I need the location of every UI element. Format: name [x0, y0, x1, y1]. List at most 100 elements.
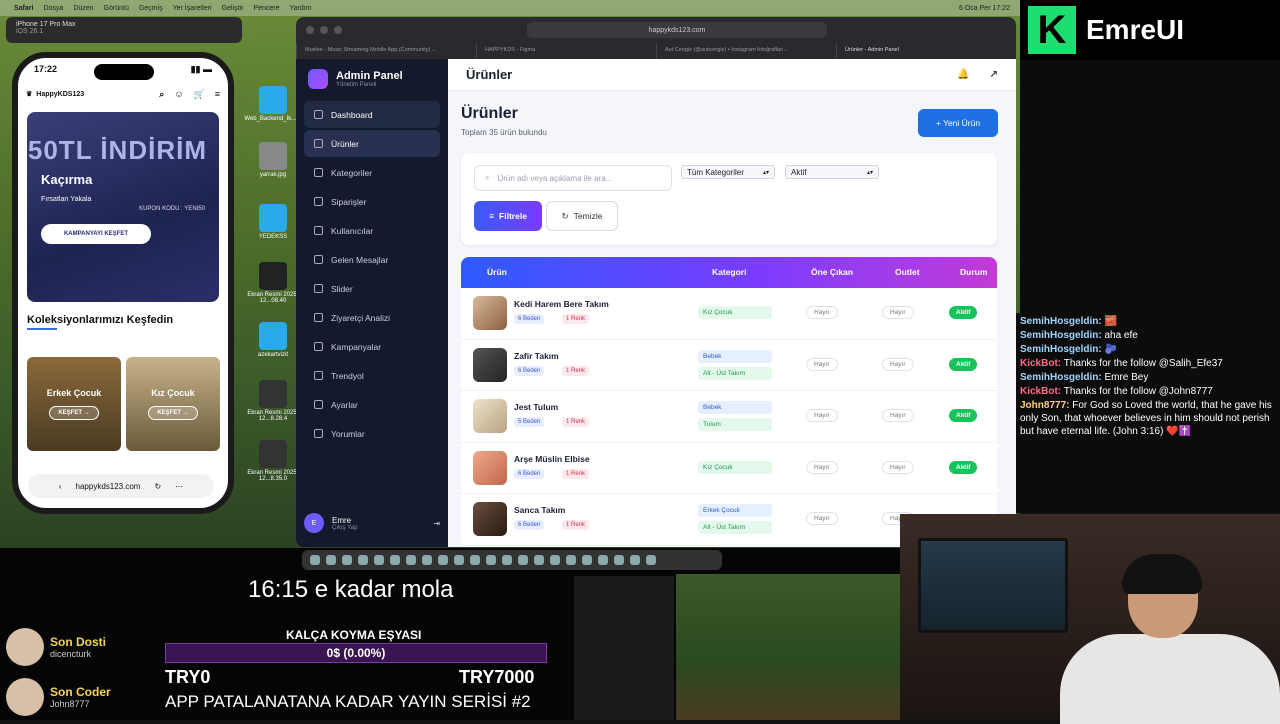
- browser-tab[interactable]: Muslee - Music Streaming Mobile App (Com…: [296, 43, 476, 59]
- category-card-kiz[interactable]: Kız Çocuk KEŞFET →: [126, 357, 220, 451]
- close-window-icon[interactable]: [306, 26, 314, 34]
- dock-app-icon[interactable]: [358, 555, 368, 565]
- sidebar-item-yorumlar[interactable]: Yorumlar: [304, 420, 440, 447]
- sidebar-item-kampanyalar[interactable]: Kampanyalar: [304, 333, 440, 360]
- phone-url-bar[interactable]: ‹ happykds123.com ↻ ⋯: [28, 474, 214, 498]
- new-product-button[interactable]: + Yeni Ürün: [918, 109, 998, 137]
- external-link-icon[interactable]: ↗: [990, 69, 998, 80]
- menu-pencere[interactable]: Pencere: [253, 5, 279, 12]
- table-row[interactable]: Jest Tulum 5 Beden 1 Renk Bebek Tulum Ha…: [461, 391, 997, 443]
- featured-toggle[interactable]: Hayır: [806, 460, 838, 474]
- dock-app-icon[interactable]: [374, 555, 384, 565]
- dock-app-icon[interactable]: [534, 555, 544, 565]
- featured-toggle[interactable]: Hayır: [806, 357, 838, 371]
- desktop-icon[interactable]: azekartvizit: [243, 322, 303, 358]
- sidebar-item-trendyol[interactable]: Trendyol: [304, 362, 440, 389]
- dock-app-icon[interactable]: [438, 555, 448, 565]
- minimize-window-icon[interactable]: [320, 26, 328, 34]
- cart-icon[interactable]: 🛒: [194, 89, 205, 100]
- campaign-banner[interactable]: 50TL İNDİRİM KUPON KODU : YENI50 Kaçırma…: [27, 112, 219, 302]
- menu-gecmis[interactable]: Geçmiş: [139, 5, 163, 12]
- desktop-icon[interactable]: Ekran Resmi 2025-12...8.28.4: [243, 380, 303, 422]
- dock-app-icon[interactable]: [422, 555, 432, 565]
- featured-toggle[interactable]: Hayır: [806, 306, 838, 319]
- dock-app-icon[interactable]: [566, 555, 576, 565]
- dock-app-icon[interactable]: [390, 555, 400, 565]
- logout-label[interactable]: Çıkış Yap: [332, 525, 357, 531]
- menu-safari[interactable]: Safari: [14, 5, 33, 12]
- menu-yardim[interactable]: Yardım: [289, 5, 311, 12]
- filter-button[interactable]: ≡ Filtrele: [474, 201, 542, 231]
- dock-app-icon[interactable]: [326, 555, 336, 565]
- desktop-icon[interactable]: Ekran Resmi 2025-12...8.35.0: [243, 440, 303, 482]
- menu-gelistir[interactable]: Geliştir: [222, 5, 244, 12]
- menu-yer-isaretleri[interactable]: Yer İşaretleri: [173, 5, 212, 12]
- table-row[interactable]: Arşe Müslin Elbise 6 Beden 1 Renk Kız Ço…: [461, 443, 997, 494]
- browser-tab[interactable]: Aut Cengiz (@autcengiz) • Instagram foto…: [656, 43, 836, 59]
- dock-app-icon[interactable]: [646, 555, 656, 565]
- sidebar-item-kullanicilar[interactable]: Kullanıcılar: [304, 217, 440, 244]
- table-row[interactable]: Zafir Takım 6 Beden 1 Renk Bebek Alt - Ü…: [461, 340, 997, 391]
- browser-url-bar[interactable]: happykds123.com: [527, 22, 827, 38]
- more-icon[interactable]: ⋯: [175, 482, 183, 491]
- phone-url[interactable]: happykds123.com: [76, 482, 141, 491]
- sidebar-item-kategoriler[interactable]: Kategoriler: [304, 159, 440, 186]
- dock-app-icon[interactable]: [582, 555, 592, 565]
- sidebar-item-siparisler[interactable]: Siparişler: [304, 188, 440, 215]
- dock-app-icon[interactable]: [406, 555, 416, 565]
- dock-app-icon[interactable]: [486, 555, 496, 565]
- featured-toggle[interactable]: Hayır: [806, 409, 838, 422]
- sidebar-item-ziyaretci[interactable]: Ziyaretçi Analizi: [304, 304, 440, 331]
- dock-app-icon[interactable]: [630, 555, 640, 565]
- status-badge[interactable]: Aktif: [949, 306, 978, 319]
- status-select[interactable]: Aktif ▴▾: [785, 165, 879, 179]
- category-select[interactable]: Tüm Kategoriler ▴▾: [681, 165, 775, 179]
- dock-app-icon[interactable]: [470, 555, 480, 565]
- menu-icon[interactable]: ≡: [215, 89, 220, 100]
- desktop-icon[interactable]: yarrak.jpg: [243, 142, 303, 178]
- desktop-icon[interactable]: Web_Backend_Ik...ra: [243, 86, 303, 122]
- sidebar-item-slider[interactable]: Slider: [304, 275, 440, 302]
- user-icon[interactable]: ☺: [174, 89, 183, 100]
- outlet-toggle[interactable]: Hayır: [882, 409, 914, 422]
- status-badge[interactable]: Aktif: [949, 460, 978, 474]
- reload-icon[interactable]: ↻: [154, 482, 161, 491]
- outlet-toggle[interactable]: Hayır: [882, 306, 914, 319]
- dock-app-icon[interactable]: [310, 555, 320, 565]
- menu-dosya[interactable]: Dosya: [43, 5, 63, 12]
- menu-duzen[interactable]: Düzen: [73, 5, 93, 12]
- status-badge[interactable]: Aktif: [949, 357, 978, 371]
- category-card-erkek[interactable]: Erkek Çocuk KEŞFET →: [27, 357, 121, 451]
- desktop-icon[interactable]: YEDEKSS: [243, 204, 303, 240]
- outlet-toggle[interactable]: Hayır: [882, 357, 914, 371]
- browser-tab[interactable]: HAPPYKDS - Figma: [476, 43, 656, 59]
- outlet-toggle[interactable]: Hayır: [882, 460, 914, 474]
- dock-app-icon[interactable]: [614, 555, 624, 565]
- menu-goruntu[interactable]: Görüntü: [104, 5, 129, 12]
- featured-toggle[interactable]: Hayır: [806, 512, 838, 525]
- dock-app-icon[interactable]: [550, 555, 560, 565]
- sidebar-item-ayarlar[interactable]: Ayarlar: [304, 391, 440, 418]
- campaign-button[interactable]: KAMPANYAYI KEŞFET: [41, 224, 151, 244]
- dock-app-icon[interactable]: [598, 555, 608, 565]
- dock-app-icon[interactable]: [454, 555, 464, 565]
- status-badge[interactable]: Aktif: [949, 409, 978, 422]
- bell-icon[interactable]: 🔔: [957, 69, 969, 80]
- desktop-icon[interactable]: Ekran Resmi 2025-12...08.40: [243, 262, 303, 304]
- category-explore-button[interactable]: KEŞFET →: [49, 406, 99, 420]
- logout-icon[interactable]: ⇥: [433, 519, 440, 528]
- category-explore-button[interactable]: KEŞFET →: [148, 406, 198, 420]
- browser-tab-active[interactable]: Ürünler - Admin Panel: [836, 43, 1016, 59]
- dock-app-icon[interactable]: [502, 555, 512, 565]
- clear-button[interactable]: ↻ Temizle: [546, 201, 618, 231]
- zoom-window-icon[interactable]: [334, 26, 342, 34]
- sidebar-item-dashboard[interactable]: Dashboard: [304, 101, 440, 128]
- sidebar-item-mesajlar[interactable]: Gelen Mesajlar: [304, 246, 440, 273]
- search-input[interactable]: ⌕ Ürün adı veya açıklama ile ara...: [474, 165, 672, 191]
- search-icon[interactable]: ⌕: [159, 89, 164, 100]
- dock-app-icon[interactable]: [342, 555, 352, 565]
- back-icon[interactable]: ‹: [59, 482, 62, 491]
- dock-app-icon[interactable]: [518, 555, 528, 565]
- table-row[interactable]: Kedi Harem Bere Takım 6 Beden 1 Renk Kız…: [461, 288, 997, 340]
- sidebar-item-urunler[interactable]: Ürünler: [304, 130, 440, 157]
